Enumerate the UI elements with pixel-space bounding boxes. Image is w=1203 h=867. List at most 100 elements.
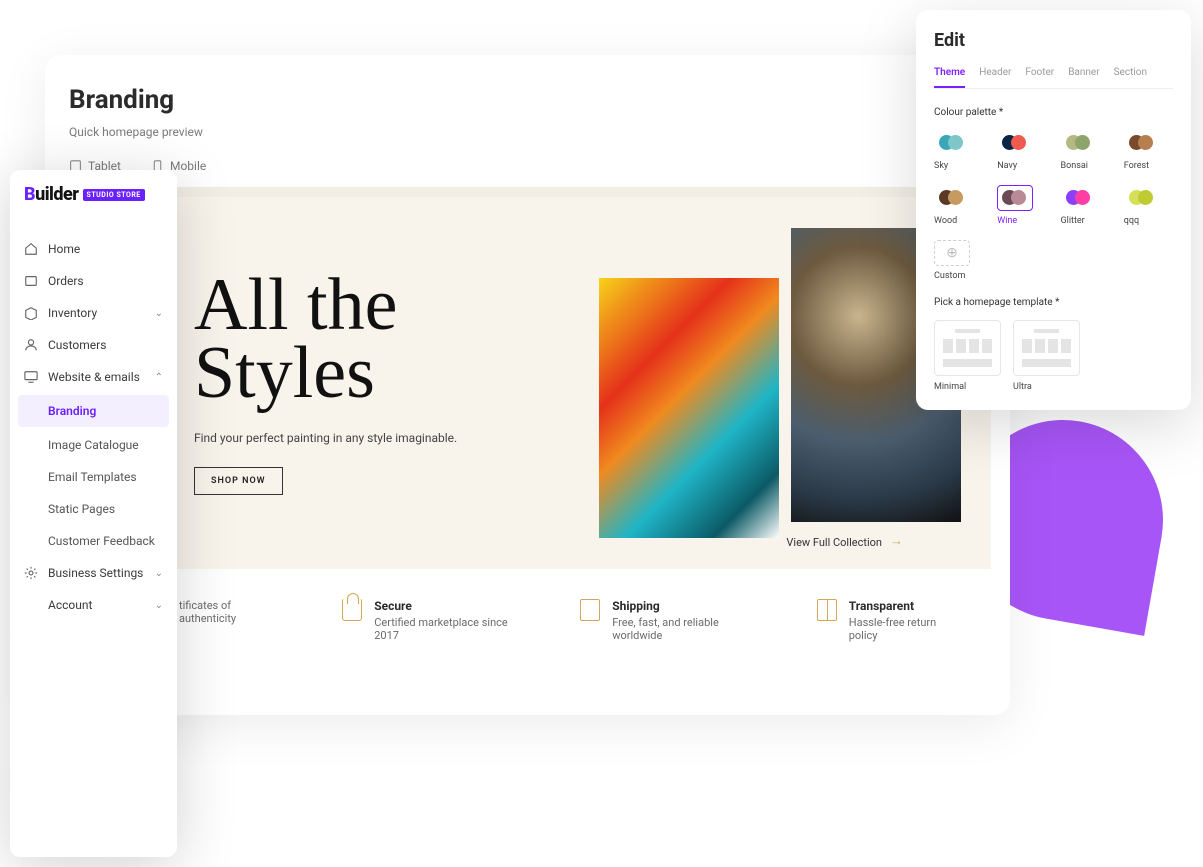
- orders-icon: [24, 274, 38, 288]
- nav-label: Branding: [48, 404, 96, 418]
- edit-title: Edit: [934, 30, 1173, 51]
- device-tabs: Tablet Mobile: [69, 159, 986, 173]
- monitor-icon: [24, 370, 38, 384]
- logo-badge: STUDIO STORE: [83, 189, 145, 201]
- view-full-collection-link[interactable]: View Full Collection: [786, 536, 906, 549]
- nav-label: Website & emails: [48, 370, 140, 384]
- edit-tab-footer[interactable]: Footer: [1025, 67, 1054, 88]
- edit-tab-theme[interactable]: Theme: [934, 67, 965, 88]
- truck-icon: [580, 599, 600, 621]
- palette-label: Wine: [997, 216, 1046, 226]
- feature-title: Shipping: [612, 599, 757, 613]
- nav: Home Orders Inventory ⌄ Customers Websit…: [10, 233, 177, 621]
- customers-icon: [24, 338, 38, 352]
- palette-bonsai[interactable]: Bonsai: [1061, 130, 1110, 171]
- palette-label: Wood: [934, 216, 983, 226]
- nav-label: Business Settings: [48, 566, 143, 580]
- nav-label: Image Catalogue: [48, 438, 139, 452]
- palette-wine[interactable]: Wine: [997, 185, 1046, 226]
- chevron-up-icon: ⌃: [155, 372, 163, 383]
- nav-label: Account: [48, 598, 92, 612]
- palette-glitter[interactable]: Glitter: [1061, 185, 1110, 226]
- subnav-image-catalogue[interactable]: Image Catalogue: [10, 429, 177, 461]
- palette-custom[interactable]: ⊕ Custom: [934, 240, 983, 281]
- hero-text: All theStyles Find your perfect painting…: [194, 271, 457, 495]
- preview-header-bar: [64, 187, 991, 197]
- chevron-down-icon: ⌄: [155, 308, 163, 319]
- subnav-customer-feedback[interactable]: Customer Feedback: [10, 525, 177, 557]
- palette-label: Bonsai: [1061, 161, 1110, 171]
- nav-orders[interactable]: Orders: [10, 265, 177, 297]
- feature-shipping: Shipping Free, fast, and reliable worldw…: [580, 599, 757, 642]
- feature-desc: Certified marketplace since 2017: [374, 616, 520, 642]
- palette-label: Custom: [934, 271, 983, 281]
- feature-desc: Hassle-free return policy: [849, 616, 956, 642]
- view-full-label: View Full Collection: [786, 536, 882, 549]
- template-ultra[interactable]: Ultra: [1013, 320, 1080, 392]
- nav-label: Static Pages: [48, 502, 115, 516]
- shop-now-button[interactable]: SHOP NOW: [194, 467, 283, 495]
- palette-wood[interactable]: Wood: [934, 185, 983, 226]
- palette-label: qqq: [1124, 216, 1173, 226]
- nav-inventory[interactable]: Inventory ⌄: [10, 297, 177, 329]
- nav-customers[interactable]: Customers: [10, 329, 177, 361]
- nav-label: Customer Feedback: [48, 534, 155, 548]
- nav-website-emails[interactable]: Website & emails ⌃: [10, 361, 177, 393]
- subnav-email-templates[interactable]: Email Templates: [10, 461, 177, 493]
- nav-business-settings[interactable]: Business Settings ⌄: [10, 557, 177, 589]
- feature-row: tificates of authenticity Secure Certifi…: [69, 569, 986, 642]
- page-title: Branding: [69, 85, 986, 115]
- template-label: Pick a homepage template *: [934, 297, 1173, 308]
- arrow-right-icon: [890, 539, 906, 547]
- palette-label: Navy: [997, 161, 1046, 171]
- feature-desc: Free, fast, and reliable worldwide: [612, 616, 757, 642]
- palette-label: Sky: [934, 161, 983, 171]
- feature-desc: tificates of authenticity: [179, 599, 282, 625]
- edit-tab-header[interactable]: Header: [979, 67, 1011, 88]
- hero-heading: All theStyles: [194, 271, 457, 407]
- logo-text: Builder: [24, 184, 79, 205]
- tab-mobile-label: Mobile: [170, 159, 206, 173]
- palette-navy[interactable]: Navy: [997, 130, 1046, 171]
- palette-grid: Sky Navy Bonsai Forest Wood Wine Glitter: [934, 130, 1173, 281]
- main-panel: Branding Quick homepage preview Tablet M…: [45, 55, 1010, 715]
- sidebar: Builder STUDIO STORE Home Orders Invento…: [10, 170, 177, 857]
- palette-label: Forest: [1124, 161, 1173, 171]
- subnav-static-pages[interactable]: Static Pages: [10, 493, 177, 525]
- nav-account[interactable]: Account ⌄: [10, 589, 177, 621]
- edit-tab-section[interactable]: Section: [1114, 67, 1147, 88]
- palette-sky[interactable]: Sky: [934, 130, 983, 171]
- inventory-icon: [24, 306, 38, 320]
- feature-secure: Secure Certified marketplace since 2017: [342, 599, 520, 642]
- blank-icon: [24, 598, 38, 612]
- logo[interactable]: Builder STUDIO STORE: [10, 184, 177, 219]
- subnav-branding[interactable]: Branding: [18, 395, 169, 427]
- nav-label: Email Templates: [48, 470, 137, 484]
- palette-forest[interactable]: Forest: [1124, 130, 1173, 171]
- edit-tab-banner[interactable]: Banner: [1068, 67, 1099, 88]
- plus-icon: ⊕: [934, 240, 970, 266]
- feature-transparent: Transparent Hassle-free return policy: [817, 599, 956, 642]
- home-icon: [24, 242, 38, 256]
- edit-tabs: Theme Header Footer Banner Section: [934, 67, 1173, 89]
- chevron-down-icon: ⌄: [155, 600, 163, 611]
- nav-home[interactable]: Home: [10, 233, 177, 265]
- template-label-text: Ultra: [1013, 382, 1080, 392]
- chevron-down-icon: ⌄: [155, 568, 163, 579]
- nav-label: Orders: [48, 274, 84, 288]
- hero-image-abstract: [599, 278, 779, 538]
- template-minimal[interactable]: Minimal: [934, 320, 1001, 392]
- grid-icon: [817, 599, 837, 621]
- sub-nav: Branding Image Catalogue Email Templates…: [10, 395, 177, 557]
- feature-title: Transparent: [849, 599, 956, 613]
- feature-title: Secure: [374, 599, 520, 613]
- colour-palette-label: Colour palette *: [934, 107, 1173, 118]
- nav-label: Customers: [48, 338, 106, 352]
- nav-label: Inventory: [48, 306, 97, 320]
- palette-label: Glitter: [1061, 216, 1110, 226]
- homepage-preview: All theStyles Find your perfect painting…: [64, 197, 991, 569]
- gear-icon: [24, 566, 38, 580]
- template-label-text: Minimal: [934, 382, 1001, 392]
- palette-qqq[interactable]: qqq: [1124, 185, 1173, 226]
- page-subtitle: Quick homepage preview: [69, 125, 986, 139]
